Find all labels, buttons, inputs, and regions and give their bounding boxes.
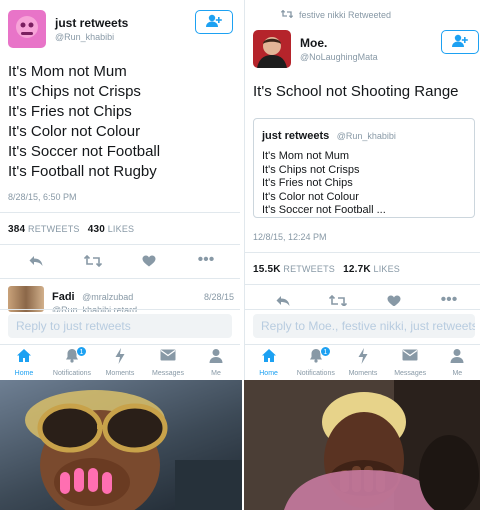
divider: [0, 278, 240, 279]
user-handle[interactable]: @NoLaughingMata: [300, 52, 378, 62]
tweet-actions: •••: [273, 294, 459, 306]
reply-snippet: @Run_khabibi retard: [52, 304, 138, 312]
tweet-stats: 384 RETWEETS 430 LIKES: [8, 224, 134, 235]
tab-label: Messages: [152, 370, 184, 377]
follow-button[interactable]: [441, 30, 479, 54]
bottom-tab-bar: Home 1 Notifications Moments Messages Me: [245, 346, 480, 380]
left-tweet-panel: just retweets @Run_khabibi It's Mom not …: [0, 0, 240, 380]
retweet-icon[interactable]: [328, 294, 348, 306]
tab-me[interactable]: Me: [435, 348, 479, 380]
retweet-count[interactable]: 384: [8, 224, 25, 235]
reply-date: 8/28/15: [203, 291, 234, 302]
quoted-tweet-text: It's Mom not Mum It's Chips not Crisps I…: [262, 150, 386, 217]
lightning-icon: [341, 348, 385, 366]
reply-icon[interactable]: [273, 294, 293, 306]
tweet-text: It's School not Shooting Range: [253, 83, 459, 100]
quoted-user-name: just retweets: [262, 130, 330, 142]
user-name[interactable]: Moe.: [300, 36, 378, 50]
retweeted-by[interactable]: festive nikki Retweeted: [280, 9, 392, 20]
tweet-actions: •••: [26, 252, 216, 271]
retweets-label: RETWEETS: [28, 224, 80, 234]
divider: [0, 212, 240, 213]
tab-label: Notifications: [52, 370, 92, 377]
notification-badge: 1: [76, 346, 87, 357]
tab-label: Me: [211, 370, 221, 377]
user-avatar[interactable]: [8, 10, 46, 48]
tweet-text: It's Mom not Mum It's Chips not Crisps I…: [8, 63, 161, 180]
lightning-icon: [98, 348, 142, 366]
divider: [0, 309, 240, 310]
bell-icon: [50, 348, 94, 366]
bottom-tab-bar: Home 1 Notifications Moments Messages Me: [0, 346, 240, 380]
retweets-label: RETWEETS: [283, 264, 335, 274]
follow-button[interactable]: [195, 10, 233, 34]
add-user-icon: [205, 14, 223, 31]
tab-label: Home: [259, 370, 278, 377]
quoted-tweet[interactable]: just retweets @Run_khabibi It's Mom not …: [253, 118, 475, 218]
bell-icon: [294, 348, 338, 366]
user-avatar[interactable]: [253, 30, 291, 68]
tab-messages[interactable]: Messages: [146, 348, 190, 380]
tab-label: Home: [14, 370, 34, 377]
retweet-icon[interactable]: [83, 254, 103, 271]
tweet-header: Moe. @NoLaughingMata: [253, 30, 378, 68]
user-name[interactable]: just retweets: [55, 16, 128, 30]
tab-home[interactable]: Home: [247, 348, 291, 380]
reply-input[interactable]: Reply to just retweets: [8, 314, 232, 338]
tab-label: Me: [452, 370, 463, 377]
more-icon[interactable]: •••: [439, 294, 459, 306]
retweeted-by-text: festive nikki Retweeted: [299, 10, 392, 20]
reaction-photo-left: [0, 380, 242, 510]
likes-label: LIKES: [373, 264, 401, 274]
envelope-icon: [146, 348, 190, 366]
like-heart-icon[interactable]: [139, 254, 159, 271]
reply-icon[interactable]: [26, 254, 46, 271]
add-user-icon: [451, 34, 469, 51]
like-count[interactable]: 12.7K: [343, 264, 371, 275]
person-icon: [435, 348, 479, 366]
tab-label: Notifications: [296, 370, 335, 377]
tweet-timestamp: 12/8/15, 12:24 PM: [253, 232, 327, 242]
divider: [0, 244, 240, 245]
divider: [245, 309, 480, 310]
like-count[interactable]: 430: [88, 224, 105, 235]
envelope-icon: [388, 348, 432, 366]
tab-label: Moments: [348, 370, 378, 377]
tweet-stats: 15.5K RETWEETS 12.7K LIKES: [253, 264, 400, 275]
reply-input[interactable]: Reply to Moe., festive nikki, just retwe…: [253, 314, 475, 338]
tab-notifications[interactable]: 1 Notifications: [294, 346, 338, 380]
likes-label: LIKES: [107, 224, 135, 234]
notification-badge: 1: [319, 346, 331, 357]
tab-moments[interactable]: Moments: [98, 348, 142, 380]
person-icon: [194, 348, 238, 366]
tab-me[interactable]: Me: [194, 348, 238, 380]
home-icon: [247, 348, 291, 366]
user-handle[interactable]: @Run_khabibi: [55, 32, 128, 42]
tab-label: Moments: [105, 370, 135, 377]
divider: [0, 344, 240, 345]
quoted-user-handle: @Run_khabibi: [336, 131, 396, 141]
right-tweet-panel: festive nikki Retweeted Moe. @NoLaughing…: [244, 0, 480, 380]
tab-home[interactable]: Home: [2, 348, 46, 380]
divider: [245, 252, 480, 253]
reply-user-name[interactable]: Fadi: [52, 291, 75, 303]
retweet-count[interactable]: 15.5K: [253, 264, 281, 275]
reaction-photo-right: [244, 380, 480, 510]
tab-notifications[interactable]: 1 Notifications: [50, 346, 94, 380]
reply-user-handle[interactable]: @mralzubad: [82, 292, 133, 302]
tweet-timestamp: 8/28/15, 6:50 PM: [8, 192, 77, 202]
like-heart-icon[interactable]: [384, 294, 404, 306]
tab-messages[interactable]: Messages: [388, 348, 432, 380]
retweet-small-icon: [280, 9, 294, 20]
more-icon[interactable]: •••: [196, 252, 216, 271]
tab-label: Messages: [394, 370, 427, 377]
tab-moments[interactable]: Moments: [341, 348, 385, 380]
tweet-header: just retweets @Run_khabibi: [8, 10, 128, 48]
home-icon: [2, 348, 46, 366]
divider: [245, 344, 480, 345]
divider: [245, 284, 480, 285]
